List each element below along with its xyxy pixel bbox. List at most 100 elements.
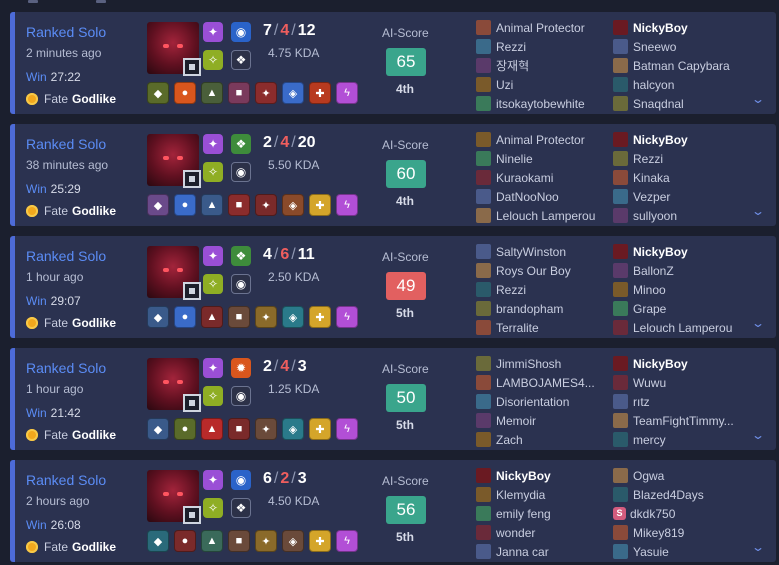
player-name[interactable]: NickyBoy	[633, 133, 688, 147]
player-row[interactable]: Ninelie	[476, 149, 595, 168]
player-row[interactable]: NickyBoy	[613, 354, 734, 373]
player-name[interactable]: Klemydia	[496, 488, 545, 502]
player-row[interactable]: Sdkdk750	[613, 504, 704, 523]
player-name[interactable]: NickyBoy	[496, 469, 551, 483]
item-icon[interactable]: ◈	[282, 306, 304, 328]
chevron-down-icon[interactable]: ⌄	[751, 316, 765, 330]
player-name[interactable]: NickyBoy	[633, 357, 688, 371]
player-name[interactable]: 장재혁	[496, 57, 529, 74]
player-row[interactable]: rıtz	[613, 392, 734, 411]
player-name[interactable]: Rezzi	[633, 152, 663, 166]
player-name[interactable]: NickyBoy	[633, 21, 688, 35]
player-name[interactable]: Ninelie	[496, 152, 533, 166]
item-icon[interactable]: ◆	[147, 530, 169, 552]
player-name[interactable]: Rezzi	[496, 40, 526, 54]
player-row[interactable]: SaltyWinston	[476, 242, 571, 261]
player-row[interactable]: Animal Protector	[476, 18, 585, 37]
item-icon[interactable]: ◈	[282, 194, 304, 216]
blue-rune-icon[interactable]: ◉	[231, 470, 251, 490]
player-row[interactable]: NickyBoy	[476, 466, 551, 485]
player-name[interactable]: Yasuie	[633, 545, 669, 559]
item-icon[interactable]: ✚	[309, 306, 331, 328]
player-row[interactable]: LAMBOJAMES4...	[476, 373, 595, 392]
match-card[interactable]: Ranked Solo 1 hour ago Win 21:42 Fate Godlike…	[10, 348, 776, 450]
player-row[interactable]: Ogwa	[613, 466, 704, 485]
item-icon[interactable]: ■	[228, 530, 250, 552]
player-name[interactable]: Memoir	[496, 414, 536, 428]
player-name[interactable]: Uzi	[496, 78, 513, 92]
player-row[interactable]: DatNooNoo	[476, 187, 595, 206]
player-row[interactable]: Kinaka	[613, 168, 688, 187]
item-icon[interactable]: ●	[174, 306, 196, 328]
item-icon[interactable]: ✚	[309, 82, 331, 104]
player-name[interactable]: halcyon	[633, 78, 674, 92]
item-icon[interactable]: ✦	[255, 82, 277, 104]
player-row[interactable]: mercy	[613, 430, 734, 449]
player-name[interactable]: wonder	[496, 526, 535, 540]
item-icon[interactable]: ◈	[282, 530, 304, 552]
blue-rune-icon[interactable]: ◉	[231, 162, 251, 182]
player-row[interactable]: emily feng	[476, 504, 551, 523]
player-name[interactable]: sullyoon	[633, 209, 677, 223]
player-name[interactable]: DatNooNoo	[496, 190, 559, 204]
flash-icon[interactable]: ✦	[203, 358, 223, 378]
player-row[interactable]: Terralite	[476, 318, 571, 337]
player-name[interactable]: Rezzi	[496, 283, 526, 297]
player-row[interactable]: Memoir	[476, 411, 595, 430]
item-icon[interactable]: ■	[228, 82, 250, 104]
match-card[interactable]: Ranked Solo 38 minutes ago Win 25:29 Fate God…	[10, 124, 776, 226]
item-icon[interactable]: ●	[174, 418, 196, 440]
item-icon[interactable]: ▲	[201, 82, 223, 104]
smite-icon[interactable]: ✧	[203, 386, 223, 406]
player-row[interactable]: NickyBoy	[613, 242, 732, 261]
match-card[interactable]: Ranked Solo 2 minutes ago Win 27:22 Fate Godl…	[10, 12, 776, 114]
player-row[interactable]: Klemydia	[476, 485, 551, 504]
player-name[interactable]: LAMBOJAMES4...	[496, 376, 595, 390]
player-name[interactable]: JimmiShosh	[496, 357, 561, 371]
player-row[interactable]: Blazed4Days	[613, 485, 704, 504]
player-row[interactable]: Vezper	[613, 187, 688, 206]
player-row[interactable]: Roys Our Boy	[476, 261, 571, 280]
player-name[interactable]: emily feng	[496, 507, 551, 521]
item-icon[interactable]: ●	[174, 194, 196, 216]
chevron-down-icon[interactable]: ⌄	[751, 428, 765, 442]
chevron-down-icon[interactable]: ⌄	[751, 204, 765, 218]
item-icon[interactable]: ✦	[255, 530, 277, 552]
player-row[interactable]: Rezzi	[476, 37, 585, 56]
player-name[interactable]: itsokaytobewhite	[496, 97, 585, 111]
player-name[interactable]: Kinaka	[633, 171, 670, 185]
player-name[interactable]: Minoo	[633, 283, 666, 297]
player-name[interactable]: mercy	[633, 433, 666, 447]
green-rune-icon[interactable]: ❖	[231, 246, 251, 266]
player-row[interactable]: Janna car	[476, 542, 551, 561]
player-name[interactable]: Lelouch Lamperou	[496, 209, 595, 223]
player-row[interactable]: Wuwu	[613, 373, 734, 392]
player-name[interactable]: dkdk750	[630, 507, 675, 521]
item-icon[interactable]: ✚	[309, 194, 331, 216]
player-name[interactable]: Sneewo	[633, 40, 676, 54]
player-name[interactable]: NickyBoy	[633, 245, 688, 259]
item-icon[interactable]: ▲	[201, 530, 223, 552]
player-row[interactable]: Batman Capybara	[613, 56, 730, 75]
smite-icon[interactable]: ✧	[203, 50, 223, 70]
player-name[interactable]: TeamFightTimmy...	[633, 414, 734, 428]
item-icon[interactable]: ▲	[201, 306, 223, 328]
player-row[interactable]: Disorientation	[476, 392, 595, 411]
item-icon[interactable]: ▲	[201, 194, 223, 216]
item-icon[interactable]: ◈	[282, 418, 304, 440]
green-rune-icon[interactable]: ❖	[231, 50, 251, 70]
player-name[interactable]: Batman Capybara	[633, 59, 730, 73]
player-name[interactable]: Roys Our Boy	[496, 264, 571, 278]
item-icon[interactable]: ϟ	[336, 306, 358, 328]
player-row[interactable]: wonder	[476, 523, 551, 542]
item-icon[interactable]: ϟ	[336, 530, 358, 552]
player-row[interactable]: Animal Protector	[476, 130, 595, 149]
player-row[interactable]: Kuraokami	[476, 168, 595, 187]
player-row[interactable]: JimmiShosh	[476, 354, 595, 373]
chevron-down-icon[interactable]: ⌄	[751, 540, 765, 554]
item-icon[interactable]: ϟ	[336, 418, 358, 440]
player-row[interactable]: Mikey819	[613, 523, 704, 542]
player-row[interactable]: Minoo	[613, 280, 732, 299]
item-icon[interactable]: ●	[174, 82, 196, 104]
smite-icon[interactable]: ✧	[203, 162, 223, 182]
